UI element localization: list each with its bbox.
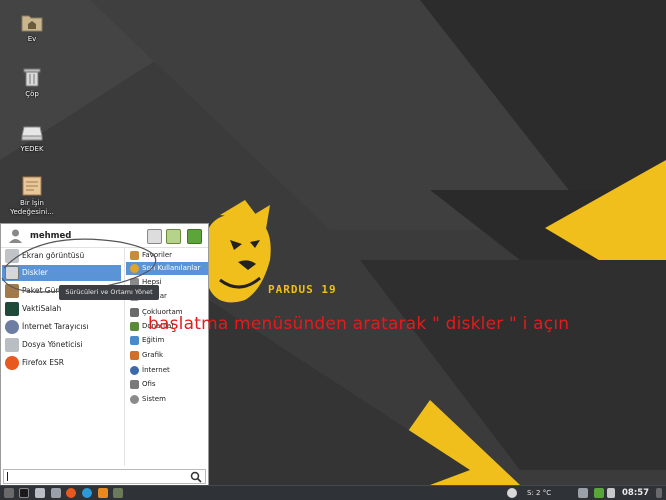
file-manager-icon: [5, 338, 19, 352]
document-icon: [22, 176, 42, 196]
desktop-icon-label: Çöp: [25, 90, 39, 98]
terminal-icon[interactable]: [19, 488, 29, 498]
accessories-icon: [130, 322, 139, 331]
education-icon: [130, 336, 139, 345]
file-manager-icon[interactable]: [35, 488, 45, 498]
firefox-icon: [5, 356, 19, 370]
pardus-logo: PARDUS 19: [268, 283, 337, 296]
battery-icon[interactable]: [594, 488, 604, 498]
category-system[interactable]: Sistem: [126, 393, 208, 406]
search-input[interactable]: [3, 469, 206, 484]
tooltip: Sürücüleri ve Ortamı Yönet: [59, 285, 159, 300]
gear-icon: [130, 395, 139, 404]
trash-icon: [23, 68, 41, 87]
globe-icon: [130, 366, 139, 375]
app-item-firefox[interactable]: Firefox ESR: [2, 355, 121, 371]
desktop-icon-label: Yedeğesini...: [10, 208, 54, 216]
weather-icon: [507, 488, 517, 498]
desktop-icon-trash[interactable]: Çöp: [4, 67, 60, 99]
category-office[interactable]: Ofis: [126, 378, 208, 391]
desktop-icon-label: Ev: [27, 35, 37, 43]
drive-icon: [21, 126, 43, 141]
show-desktop-button[interactable]: [656, 488, 662, 498]
desktop-icon-home[interactable]: Ev: [4, 12, 60, 44]
vlc-icon[interactable]: [98, 488, 108, 498]
annotation-text: başlatma menüsünden aratarak " diskler "…: [148, 314, 570, 334]
app-item-web-browser[interactable]: İnternet Tarayıcısı: [2, 319, 121, 335]
app-item-file-manager[interactable]: Dosya Yöneticisi: [2, 337, 121, 353]
skype-icon[interactable]: [82, 488, 92, 498]
category-education[interactable]: Eğitim: [126, 334, 208, 347]
search-icon[interactable]: [190, 471, 202, 483]
mountain-icon[interactable]: [113, 488, 123, 498]
text-caret: [7, 472, 8, 481]
desktop-icon-label: YEDEK: [20, 145, 44, 153]
camera-icon[interactable]: [51, 488, 61, 498]
graphics-icon: [130, 351, 139, 360]
firefox-icon[interactable]: [66, 488, 76, 498]
volume-icon[interactable]: [607, 488, 615, 498]
menu-icon[interactable]: [4, 488, 14, 498]
desktop-icon-label: Bir İşin: [20, 199, 44, 207]
category-internet[interactable]: İnternet: [126, 364, 208, 377]
office-icon: [130, 380, 139, 389]
desktop-icon-yedek[interactable]: YEDEK: [4, 122, 60, 154]
web-browser-icon: [5, 320, 19, 334]
home-folder-icon: [21, 15, 43, 32]
category-graphics[interactable]: Grafik: [126, 349, 208, 362]
desktop-icon-document[interactable]: Bir İşin Yedeğesini...: [4, 176, 60, 217]
weather-text: S: 2 °C: [527, 489, 552, 497]
taskbar: S: 2 °C 08:57: [0, 485, 666, 500]
network-icon[interactable]: [578, 488, 588, 498]
clock[interactable]: 08:57: [622, 486, 649, 500]
